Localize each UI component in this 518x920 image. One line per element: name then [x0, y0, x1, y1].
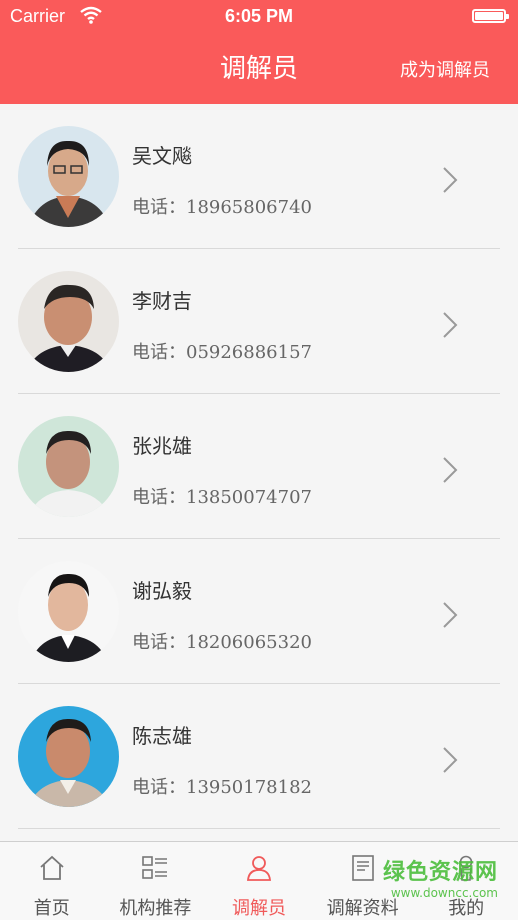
tab-mediators[interactable]: 调解员	[207, 842, 311, 920]
list-item[interactable]: 吴文飚 电话：18965806740	[0, 104, 518, 249]
chevron-right-icon	[442, 601, 458, 633]
become-mediator-button[interactable]: 成为调解员	[400, 56, 490, 82]
mediator-name: 张兆雄	[132, 434, 192, 458]
phone-number: 18206065320	[186, 632, 312, 653]
mediator-phone: 电话：13850074707	[132, 483, 312, 509]
list-item[interactable]: 李财吉 电话：05926886157	[0, 249, 518, 394]
mediator-list: 吴文飚 电话：18965806740 李财吉 电话：05926886157 张兆…	[0, 104, 518, 829]
tab-home[interactable]: 首页	[0, 842, 104, 920]
chevron-right-icon	[442, 166, 458, 198]
tab-label: 调解资料	[326, 898, 399, 919]
user-icon	[452, 854, 480, 886]
phone-label: 电话：	[132, 487, 186, 508]
phone-number: 13850074707	[186, 487, 312, 508]
phone-number: 18965806740	[186, 197, 312, 218]
chevron-right-icon	[442, 456, 458, 488]
avatar	[18, 271, 119, 372]
battery-icon	[472, 9, 509, 23]
phone-number: 05926886157	[186, 342, 312, 363]
list-item[interactable]: 张兆雄 电话：13850074707	[0, 394, 518, 539]
mediator-name: 李财吉	[132, 289, 192, 313]
person-icon	[245, 854, 273, 886]
list-icon	[141, 854, 169, 886]
chevron-right-icon	[442, 746, 458, 778]
tab-label: 机构推荐	[119, 898, 192, 919]
avatar	[18, 416, 119, 517]
mediator-name: 陈志雄	[132, 724, 192, 748]
tab-mine[interactable]: 我的	[414, 842, 518, 920]
mediator-phone: 电话：18206065320	[132, 628, 312, 654]
list-item[interactable]: 谢弘毅 电话：18206065320	[0, 539, 518, 684]
phone-label: 电话：	[132, 777, 186, 798]
app-header: Carrier 6:05 PM 调解员 成为调解员	[0, 0, 518, 104]
avatar	[18, 126, 119, 227]
mediator-phone: 电话：18965806740	[132, 193, 312, 219]
mediator-name: 谢弘毅	[132, 579, 192, 603]
status-time: 6:05 PM	[224, 6, 294, 26]
tab-bar: 首页 机构推荐 调解员 调解资料 我的	[0, 841, 518, 920]
tab-documents[interactable]: 调解资料	[311, 842, 415, 920]
divider	[18, 828, 500, 829]
mediator-phone: 电话：13950178182	[132, 773, 312, 799]
phone-number: 13950178182	[186, 777, 312, 798]
tab-label: 调解员	[231, 898, 286, 919]
home-icon	[38, 854, 66, 886]
tab-label: 我的	[448, 898, 485, 919]
tab-institutions[interactable]: 机构推荐	[104, 842, 208, 920]
tab-label: 首页	[33, 898, 70, 919]
avatar	[18, 706, 119, 807]
list-item[interactable]: 陈志雄 电话：13950178182	[0, 684, 518, 829]
document-icon	[349, 854, 377, 886]
phone-label: 电话：	[132, 632, 186, 653]
status-bar: Carrier 6:05 PM	[0, 0, 518, 34]
chevron-right-icon	[442, 311, 458, 343]
mediator-phone: 电话：05926886157	[132, 338, 312, 364]
avatar	[18, 561, 119, 662]
phone-label: 电话：	[132, 197, 186, 218]
phone-label: 电话：	[132, 342, 186, 363]
mediator-name: 吴文飚	[132, 144, 192, 168]
